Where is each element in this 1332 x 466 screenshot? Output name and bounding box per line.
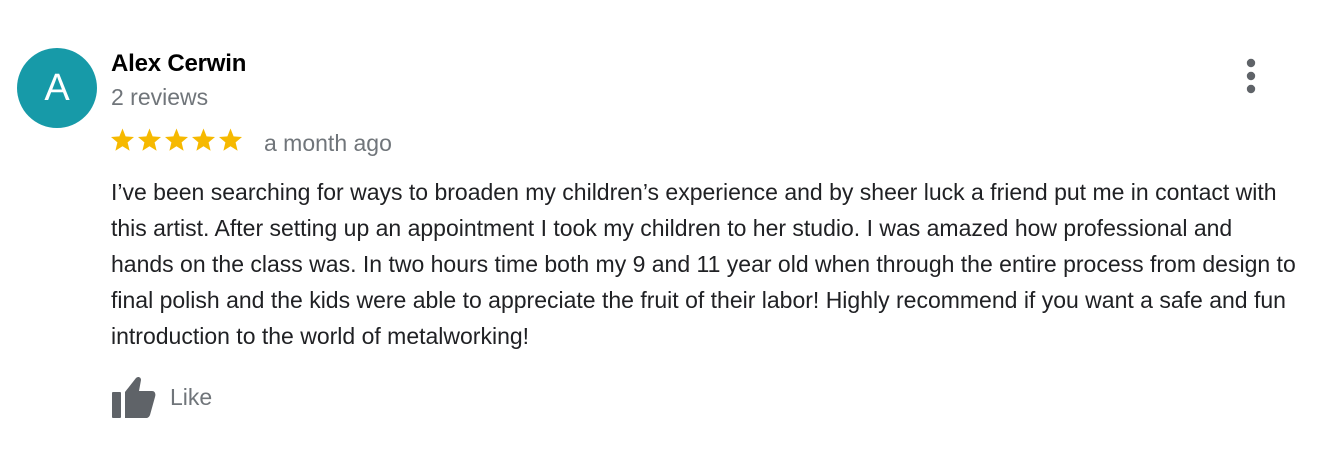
- review-date: a month ago: [264, 130, 392, 156]
- thumbs-up-icon: [110, 375, 156, 419]
- review-text: I’ve been searching for ways to broaden …: [111, 179, 1296, 349]
- star-icon: [164, 127, 189, 153]
- star-icon: [110, 127, 135, 153]
- star-icon: [191, 127, 216, 153]
- like-button[interactable]: Like: [110, 374, 212, 420]
- avatar[interactable]: A: [17, 48, 97, 128]
- author-name[interactable]: Alex Cerwin: [111, 49, 246, 79]
- star-icon: [218, 127, 243, 153]
- like-label: Like: [170, 383, 213, 410]
- review-card: A Alex Cerwin 2 reviews a month ago I’ve…: [0, 0, 1332, 466]
- more-vertical-icon: [1232, 56, 1270, 98]
- avatar-letter: A: [44, 67, 70, 109]
- star-icon: [137, 127, 162, 153]
- more-options-button[interactable]: [1232, 56, 1270, 98]
- star-rating: [110, 127, 243, 155]
- review-count[interactable]: 2 reviews: [111, 83, 208, 111]
